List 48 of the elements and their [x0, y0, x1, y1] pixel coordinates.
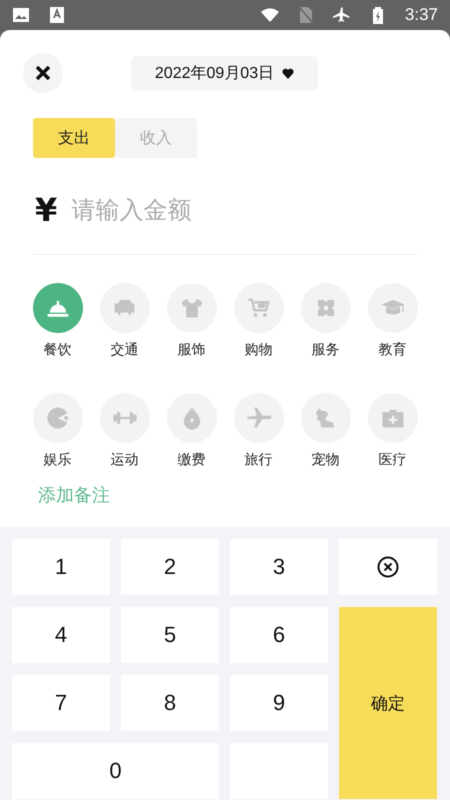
category-item[interactable]: 服饰 — [158, 283, 225, 359]
wifi-icon — [260, 6, 279, 24]
heart-icon — [282, 68, 294, 78]
digit-key[interactable]: 3 — [230, 539, 328, 595]
close-button[interactable] — [23, 53, 63, 93]
digit-key[interactable]: 4 — [12, 607, 110, 663]
digit-key[interactable]: 1 — [12, 539, 110, 595]
digit-key[interactable]: 8 — [121, 675, 219, 731]
category-label: 服饰 — [178, 341, 206, 359]
image-icon — [12, 6, 30, 24]
category-item[interactable]: 交通 — [91, 283, 158, 359]
category-label: 服务 — [312, 341, 340, 359]
category-label: 交通 — [110, 341, 138, 359]
category-item[interactable]: 购物 — [225, 283, 292, 359]
digit-key[interactable]: 5 — [121, 607, 219, 663]
category-label: 娱乐 — [44, 451, 72, 469]
category-item[interactable]: 娱乐 — [24, 393, 91, 469]
category-label: 医疗 — [378, 451, 406, 469]
category-item[interactable]: 缴费 — [158, 393, 225, 469]
digit-key[interactable]: 7 — [12, 675, 110, 731]
category-label: 缴费 — [178, 451, 206, 469]
confirm-button[interactable]: 确定 — [339, 607, 437, 799]
category-label: 宠物 — [312, 451, 340, 469]
digit-key[interactable]: 0 — [12, 743, 219, 799]
category-label: 旅行 — [244, 451, 272, 469]
currency-symbol: ¥ — [34, 191, 58, 229]
digit-key[interactable]: 2 — [121, 539, 219, 595]
category-label: 购物 — [244, 341, 272, 359]
digit-key[interactable]: 9 — [230, 675, 328, 731]
category-label: 餐饮 — [44, 341, 72, 359]
close-icon — [35, 65, 51, 81]
date-picker[interactable]: 2022年09月03日 — [131, 56, 318, 90]
airplane-icon — [332, 6, 351, 24]
clock-time: 3:37 — [404, 5, 438, 25]
category-item[interactable]: 医疗 — [359, 393, 426, 469]
category-item[interactable]: 教育 — [359, 283, 426, 359]
type-tab[interactable]: 支出 — [33, 118, 115, 158]
text-document-icon — [48, 6, 66, 24]
category-label: 教育 — [378, 341, 406, 359]
category-item[interactable]: 运动 — [91, 393, 158, 469]
category-item[interactable]: 服务 — [292, 283, 359, 359]
category-item[interactable]: 旅行 — [225, 393, 292, 469]
backspace-icon — [376, 555, 400, 579]
category-item[interactable]: 餐饮 — [24, 283, 91, 359]
backspace-button[interactable] — [339, 539, 437, 595]
category-label: 运动 — [110, 451, 138, 469]
digit-key[interactable]: 6 — [230, 607, 328, 663]
category-item[interactable]: 宠物 — [292, 393, 359, 469]
